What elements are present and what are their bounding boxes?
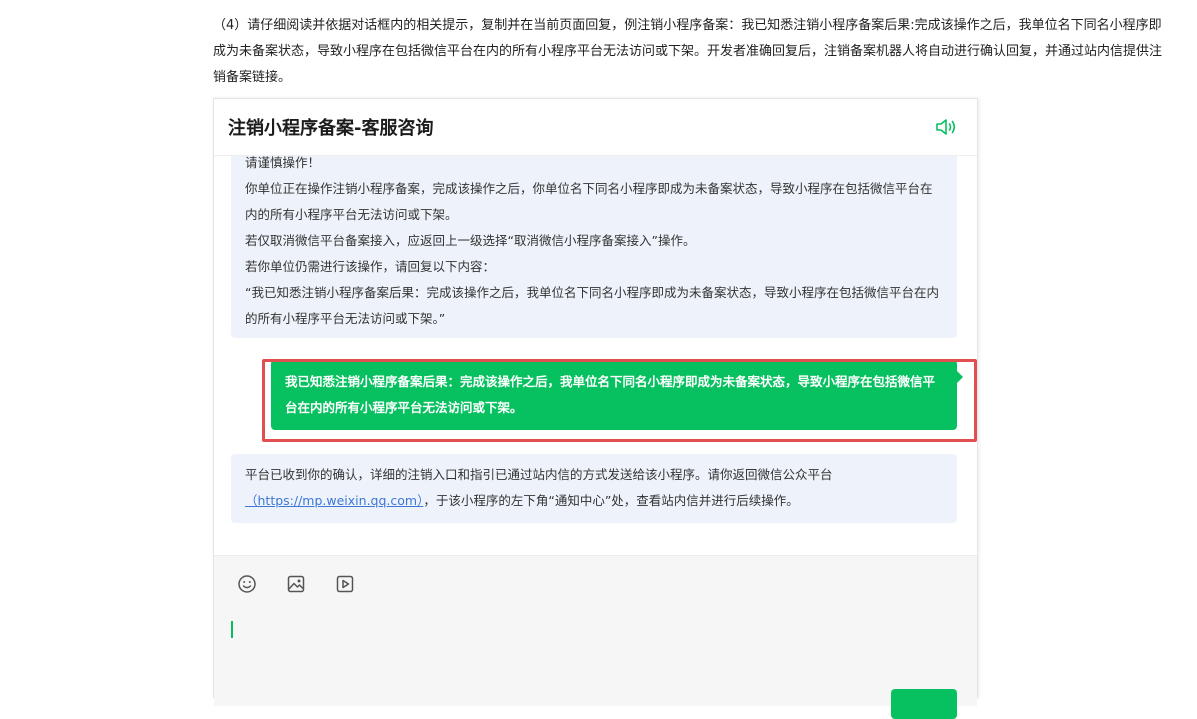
video-icon[interactable] [335,574,355,594]
confirm-text: 平台已收到你的确认，详细的注销入口和指引已通过站内信的方式发送给该小程序。请你返… [245,467,833,482]
chat-header: 注销小程序备案-客服咨询 [214,99,977,156]
highlight-box [262,359,977,442]
send-button[interactable] [891,689,957,719]
instruction-paragraph: （4）请仔细阅读并依据对话框内的相关提示，复制并在当前页面回复，例注销小程序备案… [213,18,1163,85]
notice-line: 你单位正在操作注销小程序备案，完成该操作之后，你单位名下同名小程序即成为未备案状… [245,181,933,222]
chat-message-list[interactable]: 请谨慎操作！ 你单位正在操作注销小程序备案，完成该操作之后，你单位名下同名小程序… [214,156,977,553]
text-cursor [231,621,233,638]
system-confirm-message: 平台已收到你的确认，详细的注销入口和指引已通过站内信的方式发送给该小程序。请你返… [231,454,957,523]
confirm-text-tail: ，于该小程序的左下角“通知中心”处，查看站内信并进行后续操作。 [423,493,799,508]
notice-line: 请谨慎操作！ [245,156,321,170]
notice-line: 若仅取消微信平台备案接入，应返回上一级选择“取消微信小程序备案接入”操作。 [245,233,696,248]
mp-platform-link[interactable]: （https://mp.weixin.qq.com） [245,493,423,508]
image-icon[interactable] [286,574,306,594]
notice-line: 若你单位仍需进行该操作，请回复以下内容： [245,259,496,274]
system-notice-message: 请谨慎操作！ 你单位正在操作注销小程序备案，完成该操作之后，你单位名下同名小程序… [231,156,957,338]
chat-title: 注销小程序备案-客服咨询 [228,118,434,139]
emoji-icon[interactable] [237,574,257,594]
notice-line: “我已知悉注销小程序备案后果：完成该操作之后，我单位名下同名小程序即成为未备案状… [245,285,939,326]
speaker-icon[interactable] [935,116,959,138]
chat-input-area[interactable] [214,555,977,719]
